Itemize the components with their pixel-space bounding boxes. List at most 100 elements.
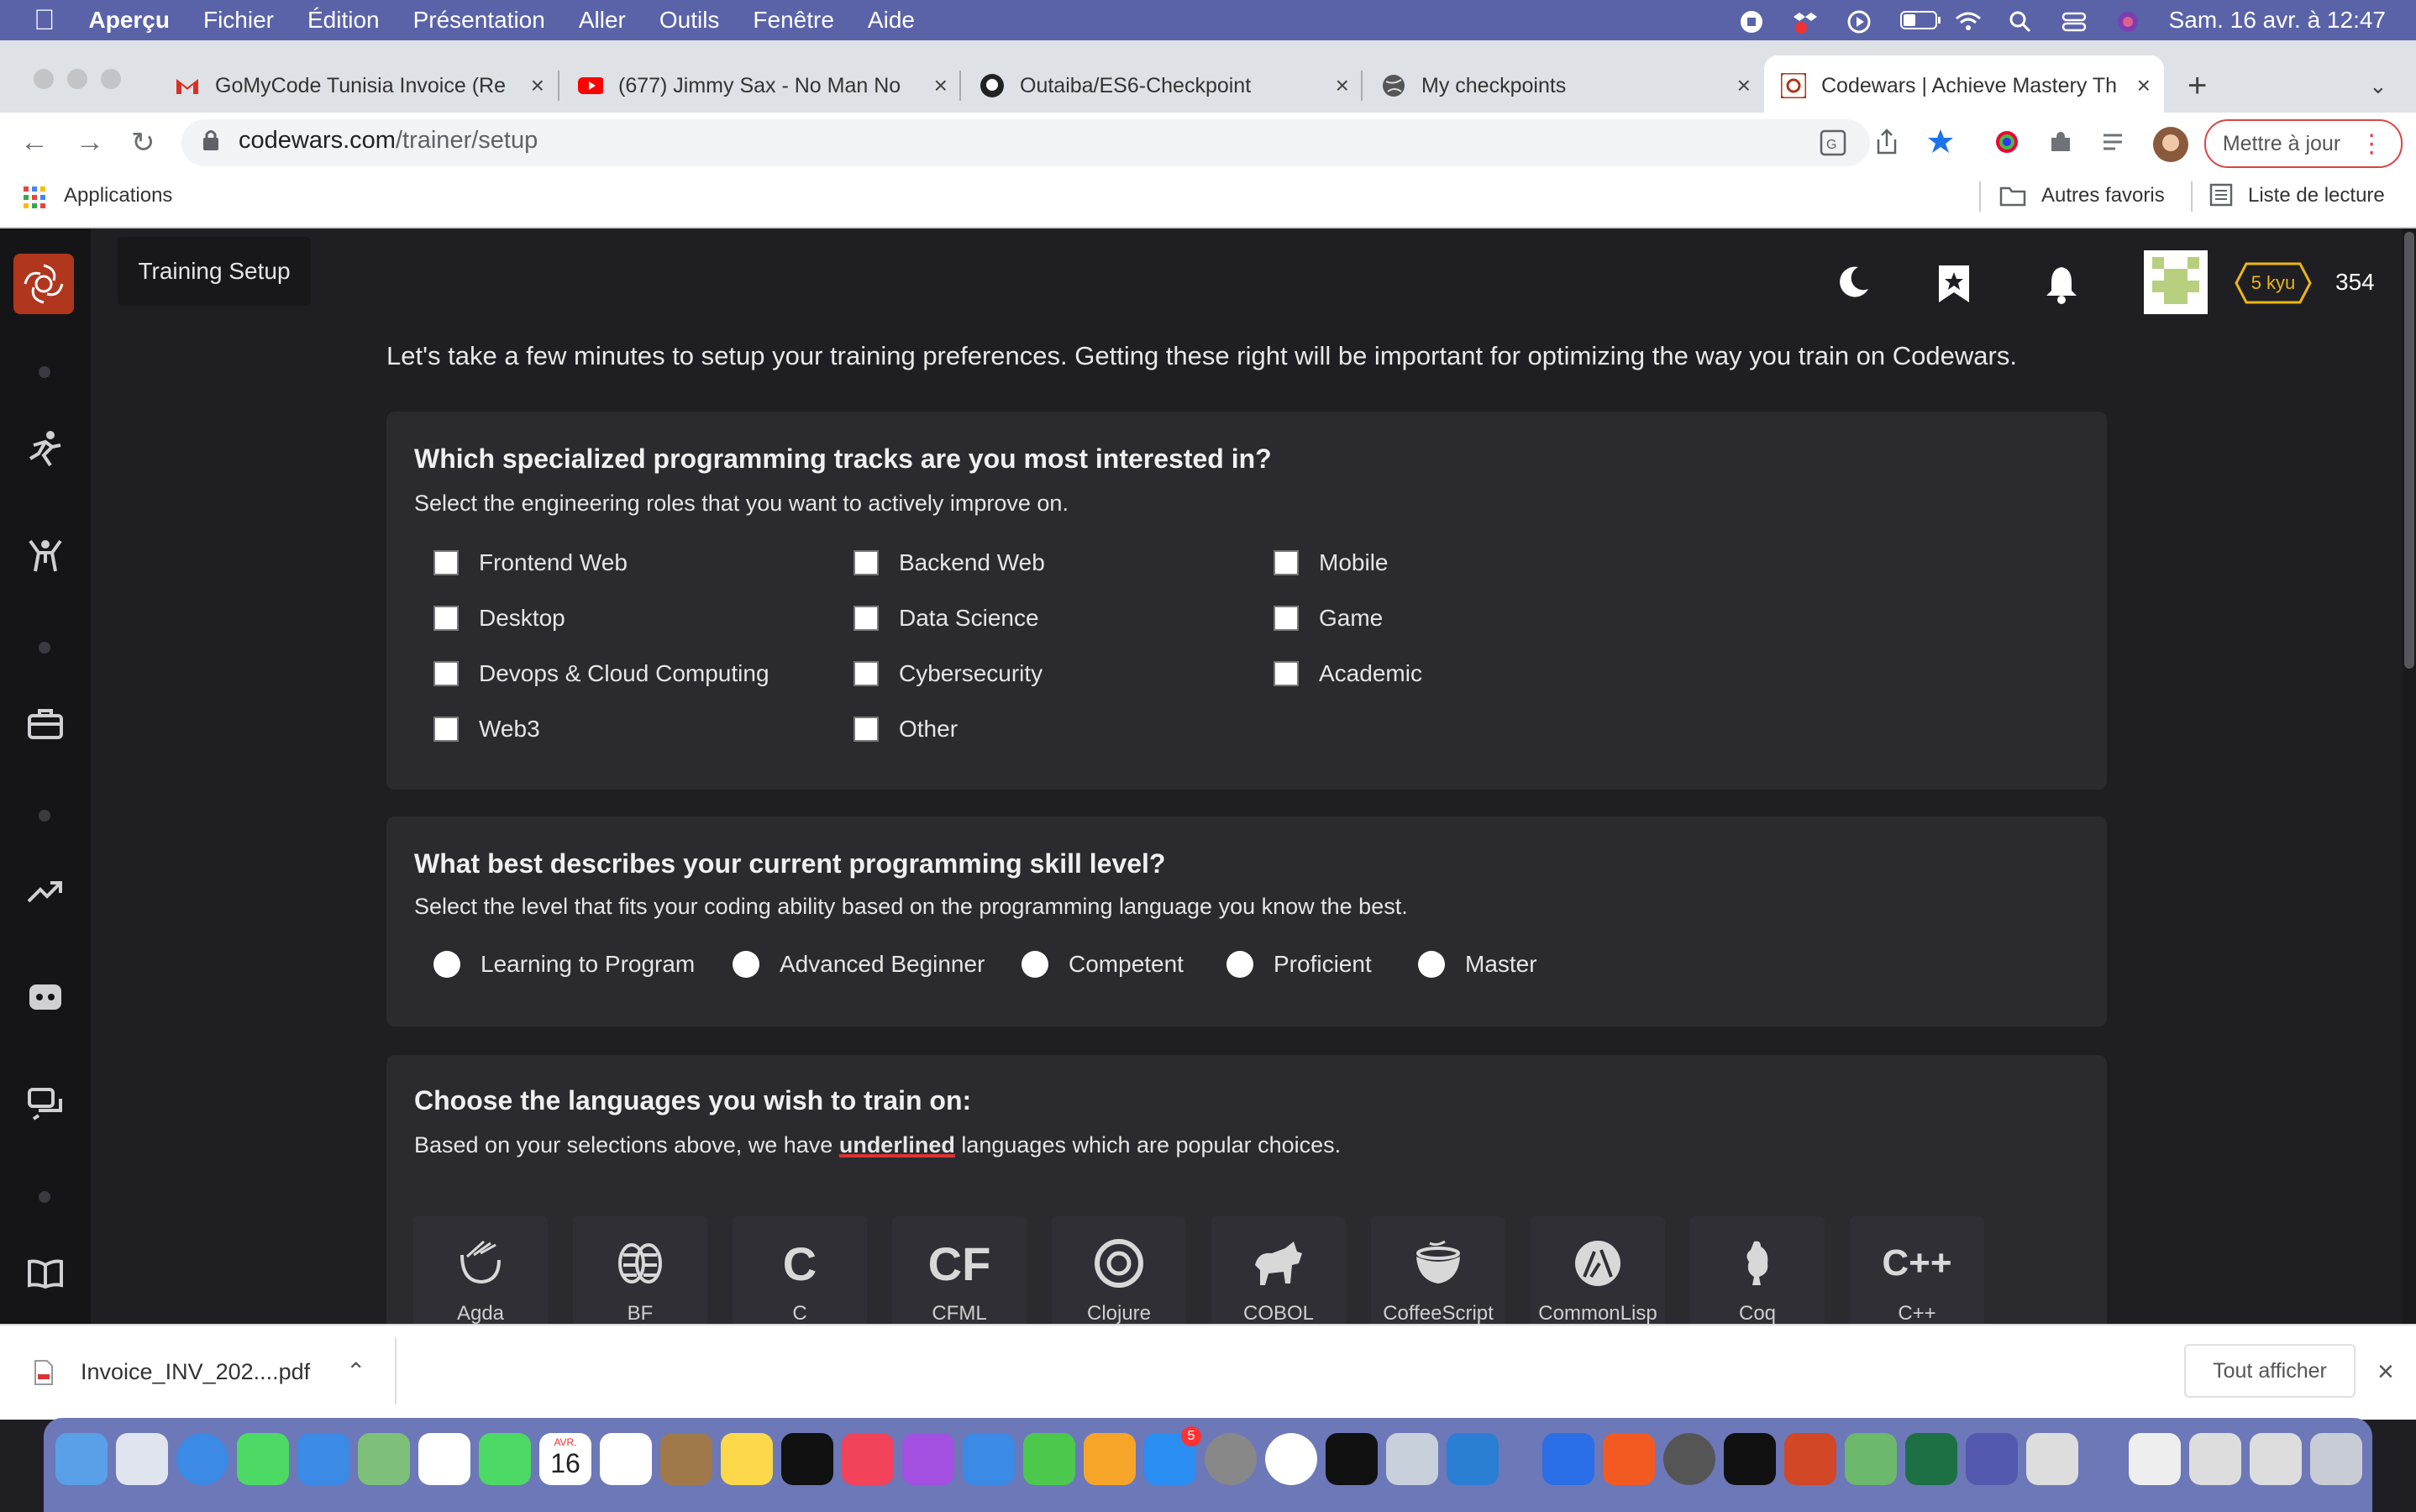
podcasts-icon[interactable] [902, 1433, 954, 1485]
menu-fichier[interactable]: Fichier [203, 7, 274, 34]
radio-circle[interactable] [1418, 951, 1445, 978]
bookmark-applications[interactable]: Applications [64, 184, 172, 207]
pdf-document-icon[interactable] [2129, 1433, 2181, 1485]
extensions-puzzle-icon[interactable] [2048, 129, 2073, 159]
radio-circle[interactable] [1022, 951, 1048, 978]
language-commonlisp[interactable]: CommonLisp [1531, 1216, 1665, 1324]
contacts-icon[interactable] [660, 1433, 712, 1485]
messages-icon[interactable] [237, 1433, 289, 1485]
checkbox-game[interactable]: Game [1274, 605, 1383, 632]
terminal-icon[interactable] [1326, 1433, 1378, 1485]
app-store-icon[interactable]: 5 [1144, 1426, 1201, 1485]
download-filename[interactable]: Invoice_INV_202....pdf [81, 1359, 310, 1385]
calendar-icon[interactable]: AVR. 16 [539, 1433, 591, 1485]
siri-icon[interactable] [2115, 9, 2140, 32]
facetime-icon[interactable] [479, 1433, 531, 1485]
language-agda[interactable]: Agda [413, 1216, 548, 1324]
menu-presentation[interactable]: Présentation [413, 7, 545, 34]
control-center-icon[interactable] [2061, 9, 2087, 32]
checkbox-box[interactable] [853, 550, 879, 575]
url-text[interactable]: codewars.com/trainer/setup [239, 127, 538, 155]
trending-up-icon[interactable] [25, 872, 66, 912]
sidebar-train-icon[interactable] [25, 428, 66, 469]
language-cobol[interactable]: COBOL [1211, 1216, 1346, 1324]
apps-grid-icon[interactable] [24, 186, 45, 213]
checkbox-devops-cloud[interactable]: Devops & Cloud Computing [433, 660, 769, 687]
system-preferences-icon[interactable] [1205, 1433, 1257, 1485]
checkbox-desktop[interactable]: Desktop [433, 605, 565, 632]
bookmark-liste-de-lecture[interactable]: Liste de lecture [2248, 184, 2385, 207]
checkbox-mobile[interactable]: Mobile [1274, 549, 1388, 576]
checkbox-cybersecurity[interactable]: Cybersecurity [853, 660, 1043, 687]
photos-icon[interactable] [418, 1433, 470, 1485]
user-avatar[interactable] [2144, 250, 2208, 314]
maps-icon[interactable] [358, 1433, 410, 1485]
checkbox-data-science[interactable]: Data Science [853, 605, 1039, 632]
close-icon[interactable]: × [1737, 72, 1751, 99]
radio-circle[interactable] [433, 951, 460, 978]
radio-advanced-beginner[interactable]: Advanced Beginner [733, 951, 985, 978]
profile-avatar[interactable] [2152, 126, 2189, 167]
checkbox-box[interactable] [433, 717, 459, 742]
checkbox-box[interactable] [433, 606, 459, 631]
apple-tv-icon[interactable] [781, 1433, 833, 1485]
language-coq[interactable]: Coq [1690, 1216, 1825, 1324]
sidebar-practice-icon[interactable] [25, 536, 66, 576]
briefcase-icon[interactable] [25, 704, 66, 744]
spotlight-search-icon[interactable] [2008, 9, 2033, 33]
tab-youtube-jimmy-sax[interactable]: (677) Jimmy Sax - No Man No × [578, 59, 948, 113]
checkbox-other[interactable]: Other [853, 716, 958, 743]
screen-recorder-icon[interactable] [1663, 1433, 1715, 1485]
scrollbar-thumb[interactable] [2404, 232, 2414, 669]
radio-learning-to-program[interactable]: Learning to Program [433, 951, 695, 978]
checkbox-backend-web[interactable]: Backend Web [853, 549, 1045, 576]
close-icon[interactable]: × [2137, 72, 2151, 99]
checkbox-box[interactable] [433, 550, 459, 575]
bookmark-star-icon[interactable] [1937, 264, 1971, 308]
language-c[interactable]: C C [733, 1216, 867, 1324]
tab-github-es6-checkpoint[interactable]: Outaiba/ES6-Checkpoint × [980, 59, 1349, 113]
checkbox-frontend-web[interactable]: Frontend Web [433, 549, 628, 576]
mail-icon[interactable] [297, 1433, 349, 1485]
update-chrome-button[interactable]: Mettre à jour ⋮ [2204, 119, 2403, 168]
tab-my-checkpoints[interactable]: My checkpoints × [1381, 59, 1751, 113]
tab-search-button[interactable]: ⌄ [2369, 59, 2387, 113]
back-arrow-icon[interactable]: ← [20, 126, 49, 159]
pdf-file-icon[interactable] [34, 1359, 54, 1390]
checkbox-box[interactable] [1274, 550, 1299, 575]
checkbox-box[interactable] [853, 606, 879, 631]
menu-edition[interactable]: Édition [307, 7, 380, 34]
language-coffeescript[interactable]: CoffeeScript [1371, 1216, 1505, 1324]
menu-aide[interactable]: Aide [868, 7, 915, 34]
activity-monitor-icon[interactable] [1724, 1433, 1776, 1485]
menu-fenetre[interactable]: Fenêtre [753, 7, 834, 34]
checkbox-box[interactable] [853, 661, 879, 686]
tab-gomycode-invoice[interactable]: GoMyCode Tunisia Invoice (Re × [175, 59, 544, 113]
language-bf[interactable]: BF [573, 1216, 707, 1324]
window-minimize-button[interactable] [67, 69, 87, 89]
play-circle-icon[interactable] [1846, 9, 1872, 34]
trash-icon[interactable] [2310, 1433, 2362, 1485]
excel-icon[interactable] [1905, 1433, 1957, 1485]
disk-utility-icon[interactable] [1386, 1433, 1438, 1485]
bookmark-autres-favoris[interactable]: Autres favoris [2041, 184, 2165, 207]
close-icon[interactable]: × [934, 72, 948, 99]
show-all-downloads-button[interactable]: Tout afficher [2184, 1344, 2356, 1398]
codeblocks-icon[interactable] [1845, 1433, 1897, 1485]
reminders-icon[interactable] [600, 1433, 652, 1485]
music-icon[interactable] [842, 1433, 894, 1485]
chevron-up-icon[interactable]: ⌃ [346, 1357, 365, 1385]
radio-proficient[interactable]: Proficient [1226, 951, 1372, 978]
close-icon[interactable]: × [2377, 1356, 2394, 1389]
page-scrollbar[interactable] [2403, 228, 2416, 1324]
remote-desktop-icon[interactable] [2026, 1433, 2078, 1485]
close-icon[interactable]: × [531, 72, 544, 99]
safari-icon[interactable] [176, 1433, 228, 1485]
radio-circle[interactable] [1226, 951, 1253, 978]
keynote-icon[interactable] [963, 1433, 1015, 1485]
screenshot-stack-icon[interactable] [2189, 1433, 2241, 1485]
language-cpp[interactable]: C++ C++ [1850, 1216, 1984, 1324]
new-tab-button[interactable]: + [2188, 59, 2207, 113]
codewars-logo[interactable] [13, 254, 74, 314]
pages-icon[interactable] [1084, 1433, 1136, 1485]
